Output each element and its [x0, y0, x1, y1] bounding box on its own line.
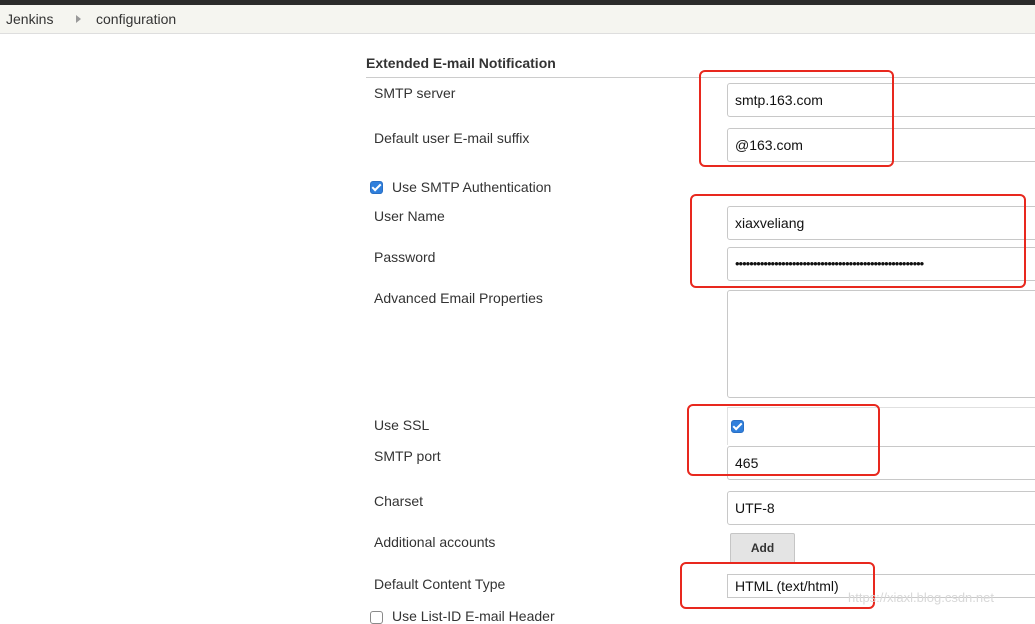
charset-label: Charset [374, 493, 424, 509]
watermark: https://xiaxl.blog.csdn.net [848, 590, 994, 605]
chevron-right-icon [76, 15, 81, 23]
smtp-server-label: SMTP server [374, 85, 456, 101]
annotation-box-credentials [690, 194, 1026, 288]
charset-input[interactable]: UTF-8 [727, 491, 1035, 525]
advanced-props-label: Advanced Email Properties [374, 290, 543, 306]
advanced-props-textarea[interactable] [727, 290, 1035, 398]
annotation-box-ssl [687, 404, 880, 476]
breadcrumb-configuration[interactable]: configuration [96, 5, 176, 33]
user-name-label: User Name [374, 208, 445, 224]
smtp-auth-label: Use SMTP Authentication [392, 179, 552, 195]
password-label: Password [374, 249, 436, 265]
breadcrumb: Jenkins configuration [0, 5, 1035, 34]
breadcrumb-jenkins[interactable]: Jenkins [6, 5, 53, 33]
smtp-port-label: SMTP port [374, 448, 441, 464]
annotation-box-smtp [699, 70, 894, 167]
list-id-header-checkbox[interactable] [370, 611, 383, 624]
annotation-box-content-type [680, 562, 875, 609]
list-id-header-label: Use List-ID E-mail Header [392, 608, 555, 624]
add-account-button[interactable]: Add [730, 533, 795, 564]
content-type-label: Default Content Type [374, 576, 506, 592]
section-title: Extended E-mail Notification [366, 55, 556, 71]
use-ssl-label: Use SSL [374, 417, 430, 433]
email-suffix-label: Default user E-mail suffix [374, 130, 530, 146]
additional-accounts-label: Additional accounts [374, 534, 496, 550]
smtp-auth-checkbox[interactable] [370, 181, 383, 194]
